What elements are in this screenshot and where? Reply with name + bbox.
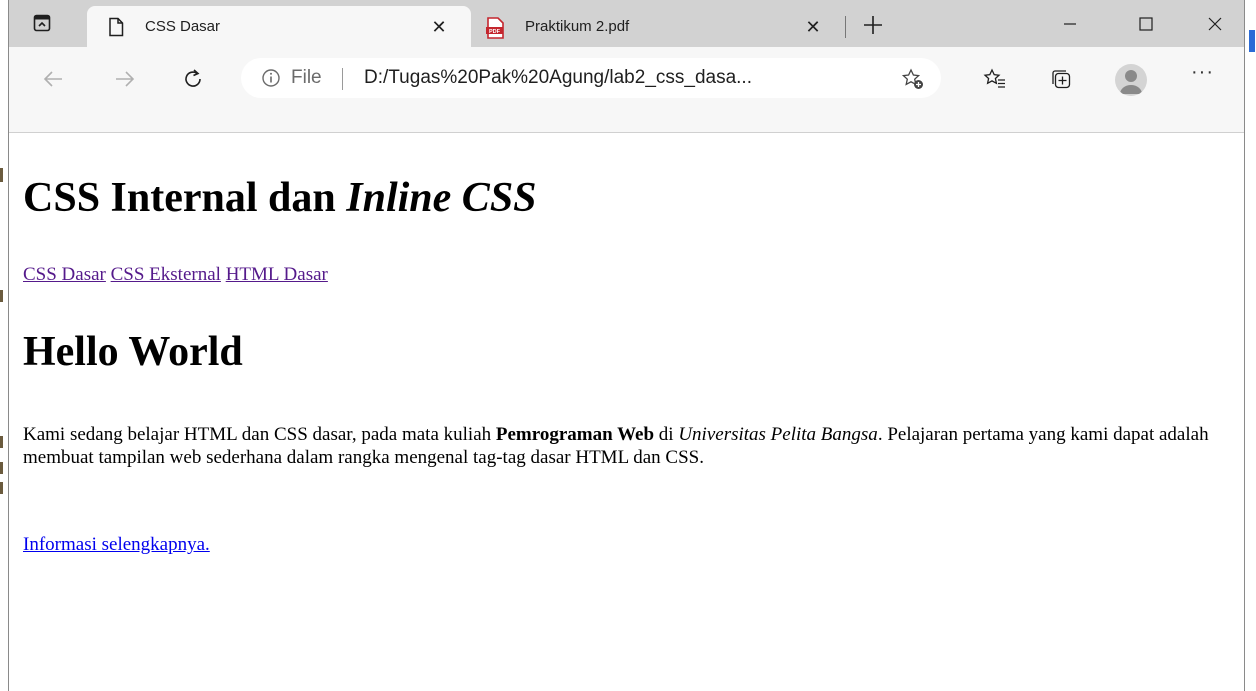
favorites-icon[interactable] bbox=[983, 67, 1007, 91]
svg-text:PDF: PDF bbox=[489, 29, 501, 35]
para-italic: Universitas Pelita Bangsa bbox=[678, 424, 878, 445]
scheme-label: File bbox=[291, 67, 322, 88]
para-text-1: Kami sedang belajar HTML dan CSS dasar, … bbox=[23, 424, 496, 445]
tab-actions-icon[interactable] bbox=[31, 12, 53, 34]
info-icon[interactable] bbox=[261, 68, 281, 88]
page-content: CSS Internal dan Inline CSS CSS Dasar CS… bbox=[9, 133, 1244, 691]
address-bar[interactable]: File D:/Tugas%20Pak%20Agung/lab2_css_das… bbox=[241, 58, 941, 98]
toolbar: File D:/Tugas%20Pak%20Agung/lab2_css_das… bbox=[9, 47, 1244, 133]
more-info-link-wrap: Informasi selengkapnya. bbox=[23, 533, 210, 557]
profile-avatar[interactable] bbox=[1115, 64, 1147, 96]
page-title: CSS Internal dan Inline CSS bbox=[23, 174, 537, 222]
pdf-icon: PDF bbox=[485, 17, 504, 39]
close-icon[interactable]: ✕ bbox=[801, 15, 825, 39]
intro-paragraph: Kami sedang belajar HTML dan CSS dasar, … bbox=[23, 423, 1223, 469]
hello-heading: Hello World bbox=[23, 329, 243, 375]
tab-strip: CSS Dasar ✕ PDF Praktikum 2.pdf ✕ bbox=[9, 0, 1244, 47]
page-title-text: CSS Internal dan bbox=[23, 175, 347, 221]
refresh-icon[interactable] bbox=[175, 61, 211, 97]
more-info-link[interactable]: Informasi selengkapnya. bbox=[23, 534, 210, 555]
tab-title: Praktikum 2.pdf bbox=[525, 18, 630, 35]
tab-separator bbox=[845, 16, 846, 38]
link-css-eksternal[interactable]: CSS Eksternal bbox=[111, 264, 221, 285]
more-options-icon[interactable]: ··· bbox=[1191, 61, 1214, 84]
maximize-icon[interactable] bbox=[1123, 10, 1169, 38]
close-icon[interactable]: ✕ bbox=[427, 15, 451, 39]
forward-icon[interactable] bbox=[107, 61, 143, 97]
link-css-dasar[interactable]: CSS Dasar bbox=[23, 264, 106, 285]
close-window-icon[interactable] bbox=[1192, 10, 1238, 38]
page-title-italic: Inline CSS bbox=[346, 175, 537, 221]
tab-css-dasar[interactable]: CSS Dasar ✕ bbox=[87, 6, 471, 47]
back-icon[interactable] bbox=[35, 61, 71, 97]
nav-links: CSS Dasar CSS Eksternal HTML Dasar bbox=[23, 263, 328, 287]
new-tab-icon[interactable] bbox=[859, 11, 887, 39]
para-text-2: di bbox=[654, 424, 679, 445]
browser-window: CSS Dasar ✕ PDF Praktikum 2.pdf ✕ File D… bbox=[8, 0, 1245, 691]
tab-praktikum-pdf[interactable]: PDF Praktikum 2.pdf ✕ bbox=[471, 6, 849, 47]
collections-icon[interactable] bbox=[1049, 67, 1073, 91]
address-separator bbox=[342, 68, 343, 90]
tab-title: CSS Dasar bbox=[145, 18, 221, 35]
link-html-dasar[interactable]: HTML Dasar bbox=[226, 264, 328, 285]
url-text[interactable]: D:/Tugas%20Pak%20Agung/lab2_css_dasa... bbox=[364, 67, 752, 89]
minimize-icon[interactable] bbox=[1047, 10, 1093, 38]
add-favorite-icon[interactable] bbox=[901, 67, 925, 91]
para-bold: Pemrograman Web bbox=[495, 424, 655, 445]
window-edge bbox=[1245, 0, 1256, 691]
page-icon bbox=[107, 17, 125, 37]
